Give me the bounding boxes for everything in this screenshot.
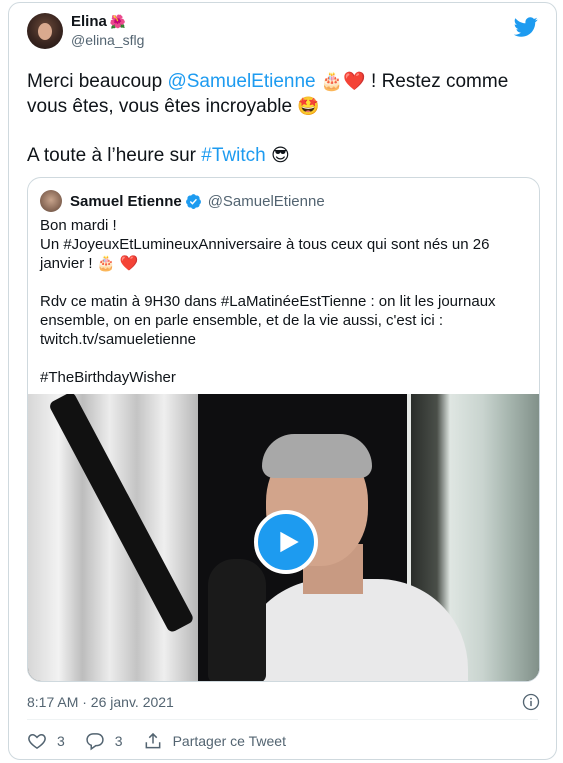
sunglasses-emoji: 😎 [270, 145, 290, 165]
quoted-line-2: Un #JoyeuxEtLumineuxAnniversaire à tous … [40, 236, 490, 272]
like-count: 3 [57, 733, 65, 749]
tweet-timestamp[interactable]: 8:17 AM · 26 janv. 2021 [27, 693, 174, 711]
tweet-line2-text: A toute à l’heure sur [27, 145, 202, 166]
video-player[interactable] [28, 394, 539, 681]
quoted-line-4: #TheBirthdayWisher [40, 369, 176, 386]
hashtag-link[interactable]: #Twitch [201, 145, 265, 166]
author-handle[interactable]: @elina_sflg [71, 31, 144, 49]
verified-badge-icon [185, 193, 201, 209]
video-bg-curtain [28, 394, 198, 681]
action-divider [27, 719, 538, 720]
quoted-line-3: Rdv ce matin à 9H30 dans #LaMatinéeEstTi… [40, 293, 496, 348]
tweet-text-start: Merci beaucoup [27, 71, 168, 92]
video-microphone [208, 559, 266, 681]
twitter-bird-icon[interactable] [514, 15, 538, 39]
quoted-header: Samuel Etienne @SamuelEtienne [40, 190, 325, 212]
action-bar: 3 3 Partager ce Tweet [27, 731, 306, 751]
share-label: Partager ce Tweet [172, 733, 286, 749]
avatar-face [38, 23, 52, 40]
mention-link[interactable]: @SamuelEtienne [167, 71, 315, 92]
quoted-body: Bon mardi ! Un #JoyeuxEtLumineuxAnnivers… [40, 216, 528, 387]
reply-button[interactable]: 3 [85, 731, 123, 751]
quoted-display-name: Samuel Etienne [70, 192, 182, 210]
quoted-line-1: Bon mardi ! [40, 217, 117, 234]
share-icon [145, 732, 161, 749]
reply-count: 3 [114, 733, 123, 749]
heart-icon [28, 733, 46, 749]
quoted-tweet[interactable]: Samuel Etienne @SamuelEtienne Bon mardi … [27, 177, 540, 682]
star-eyes-emoji: 🤩 [297, 96, 320, 116]
tweet-line-2: A toute à l’heure sur #Twitch 😎 [27, 143, 539, 168]
flower-emoji: 🌺 [109, 14, 127, 29]
reply-bubble-icon [86, 733, 104, 751]
video-person-hair [262, 434, 372, 478]
play-button[interactable] [254, 510, 318, 574]
author-avatar[interactable] [27, 13, 63, 49]
tweet-body: Merci beaucoup @SamuelEtienne 🎂❤️ ! Rest… [27, 69, 539, 168]
play-icon [279, 531, 299, 553]
quoted-avatar [40, 190, 62, 212]
quoted-handle: @SamuelEtienne [207, 192, 325, 210]
author-block[interactable]: Elina 🌺 @elina_sflg [71, 13, 144, 49]
share-button[interactable]: Partager ce Tweet [143, 731, 286, 751]
tweet-card[interactable]: Elina 🌺 @elina_sflg Merci beaucoup @Samue… [8, 2, 557, 760]
author-display-name[interactable]: Elina 🌺 [71, 13, 144, 31]
tweet-line-1: Merci beaucoup @SamuelEtienne 🎂❤️ ! Rest… [27, 69, 539, 119]
cake-heart-emoji: 🎂❤️ [320, 71, 366, 91]
author-name-text: Elina [71, 13, 107, 30]
like-button[interactable]: 3 [27, 731, 65, 751]
info-icon[interactable] [522, 693, 540, 711]
